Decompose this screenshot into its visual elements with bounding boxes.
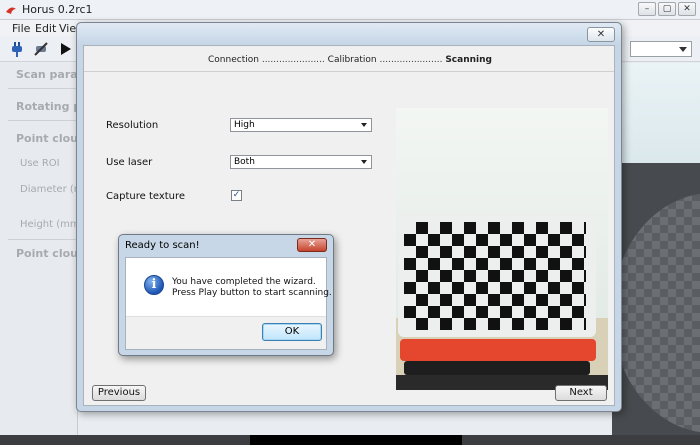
platform-base (404, 361, 590, 375)
maximize-button[interactable]: ▢ (658, 2, 676, 16)
checkerboard (404, 222, 586, 330)
use-laser-select[interactable]: Both (230, 155, 372, 169)
calibration-pattern (398, 215, 596, 337)
ready-to-scan-dialog: Ready to scan! ✕ i You have completed th… (118, 234, 334, 356)
horus-logo-icon (6, 7, 16, 14)
main-title-bar: Horus 0.2rc1 – ▢ ✕ (0, 0, 700, 20)
previous-button[interactable]: Previous (92, 385, 146, 401)
menu-edit[interactable]: Edit (35, 22, 56, 35)
chevron-down-icon (679, 47, 687, 52)
capture-texture-label: Capture texture (106, 191, 186, 202)
connect-icon[interactable] (8, 40, 26, 58)
use-roi-label: Use ROI (20, 158, 60, 169)
menu-file[interactable]: File (12, 22, 30, 35)
dialog-footer: OK (126, 316, 326, 349)
dialog-message-line1: You have completed the wizard. (172, 277, 316, 287)
step-connection: Connection (208, 55, 259, 65)
section-scan-parameters[interactable]: Scan parameters (16, 68, 78, 81)
info-icon: i (144, 275, 164, 295)
section-rotating-platform[interactable]: Rotating platform (16, 100, 78, 113)
dialog-close-button[interactable]: ✕ (297, 238, 327, 252)
section-point-cloud-roi[interactable]: Point cloud ROI (16, 132, 78, 145)
height-label: Height (mm) (20, 219, 84, 230)
capture-texture-checkbox[interactable]: ✓ (231, 190, 242, 201)
app-title: Horus 0.2rc1 (22, 3, 93, 16)
minimize-button[interactable]: – (638, 2, 656, 16)
step-scanning: Scanning (445, 55, 492, 65)
dialog-title: Ready to scan! (125, 240, 200, 251)
scene-platform (612, 193, 700, 433)
wizard-title-bar: ✕ (77, 23, 621, 45)
wizard-close-button[interactable]: ✕ (587, 27, 615, 42)
dialog-body: i You have completed the wizard. Press P… (125, 257, 332, 350)
resolution-select[interactable]: High (230, 118, 372, 132)
step-separator: ...................... (261, 55, 325, 65)
step-separator: ...................... (379, 55, 443, 65)
divider (84, 71, 614, 72)
resolution-label: Resolution (106, 120, 159, 131)
divider (8, 88, 78, 89)
close-window-button[interactable]: ✕ (678, 2, 696, 16)
dialog-message-line2: Press Play button to start scanning. (172, 288, 332, 298)
step-calibration: Calibration (327, 55, 377, 65)
camera-preview (396, 108, 608, 390)
section-point-cloud-color[interactable]: Point cloud color (16, 247, 78, 260)
toolbar-combo[interactable] (630, 41, 692, 57)
scene-background (612, 63, 700, 163)
status-strip (0, 435, 700, 445)
3d-scene-view[interactable] (612, 63, 700, 435)
ok-button[interactable]: OK (262, 323, 322, 341)
resolution-value: High (234, 120, 255, 130)
wizard-steps: Connection ...................... Calibr… (84, 55, 616, 65)
disconnect-icon[interactable] (32, 40, 50, 58)
use-laser-label: Use laser (106, 157, 153, 168)
divider (8, 239, 78, 240)
chevron-down-icon (361, 123, 367, 127)
next-button[interactable]: Next (555, 385, 607, 401)
chevron-down-icon (361, 160, 367, 164)
platform-mount (400, 339, 596, 361)
play-icon[interactable] (56, 40, 74, 58)
left-panel: Scan parameters Rotating platform Point … (0, 63, 97, 435)
use-laser-value: Both (234, 157, 255, 167)
status-block (250, 435, 462, 445)
divider (8, 120, 78, 121)
